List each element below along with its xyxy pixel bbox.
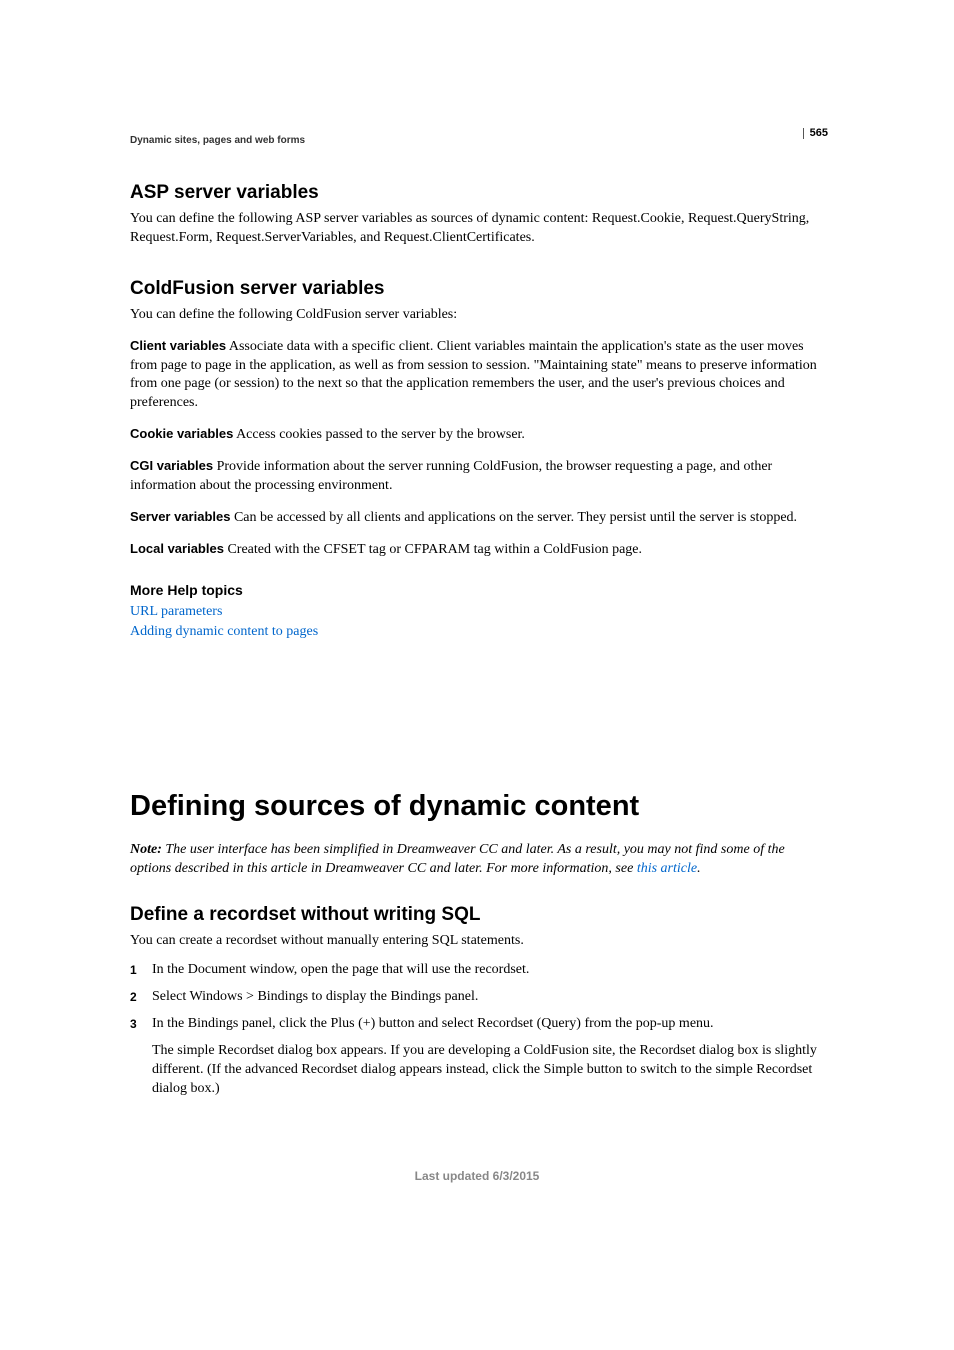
term-server-variables: Server variables — [130, 509, 230, 524]
term-local-variables: Local variables — [130, 541, 224, 556]
body-text: You can define the following ColdFusion … — [130, 306, 824, 325]
step-text: Select Windows > Bindings to display the… — [152, 989, 478, 1004]
step-item: Select Windows > Bindings to display the… — [130, 988, 824, 1007]
heading-define-recordset-without-sql: Define a recordset without writing SQL — [130, 904, 824, 926]
body-text: You can create a recordset without manua… — [130, 932, 824, 951]
term-client-variables: Client variables — [130, 338, 226, 353]
note-text: Note: The user interface has been simpli… — [130, 841, 824, 879]
term-cookie-variables: Cookie variables — [130, 426, 233, 441]
definition-item: CGI variables Provide information about … — [130, 457, 824, 496]
step-item: In the Document window, open the page th… — [130, 961, 824, 980]
link-url-parameters[interactable]: URL parameters — [130, 604, 824, 620]
term-description: Provide information about the server run… — [130, 459, 772, 493]
definition-item: Cookie variables Access cookies passed t… — [130, 425, 824, 445]
term-description: Can be accessed by all clients and appli… — [234, 510, 797, 525]
note-body-post: . — [697, 861, 701, 876]
note-label: Note: — [130, 842, 162, 857]
page-number: 565 — [803, 128, 828, 139]
link-adding-dynamic-content[interactable]: Adding dynamic content to pages — [130, 624, 824, 640]
definition-item: Local variables Created with the CFSET t… — [130, 540, 824, 560]
term-cgi-variables: CGI variables — [130, 458, 213, 473]
heading-more-help-topics: More Help topics — [130, 582, 824, 598]
step-body: The simple Recordset dialog box appears.… — [152, 1042, 824, 1099]
term-description: Associate data with a specific client. C… — [130, 339, 817, 411]
definition-item: Server variables Can be accessed by all … — [130, 508, 824, 528]
footer-last-updated: Last updated 6/3/2015 — [130, 1169, 824, 1183]
heading-defining-sources-dynamic-content: Defining sources of dynamic content — [130, 790, 824, 823]
term-description: Created with the CFSET tag or CFPARAM ta… — [227, 542, 642, 557]
step-text: In the Document window, open the page th… — [152, 962, 529, 977]
step-text: In the Bindings panel, click the Plus (+… — [152, 1016, 714, 1031]
step-item: In the Bindings panel, click the Plus (+… — [130, 1015, 824, 1099]
heading-asp-server-variables: ASP server variables — [130, 182, 824, 204]
breadcrumb: Dynamic sites, pages and web forms — [130, 135, 824, 146]
body-text: You can define the following ASP server … — [130, 210, 824, 248]
heading-coldfusion-server-variables: ColdFusion server variables — [130, 278, 824, 300]
link-this-article[interactable]: this article — [637, 861, 697, 876]
definition-item: Client variables Associate data with a s… — [130, 337, 824, 414]
term-description: Access cookies passed to the server by t… — [236, 427, 525, 442]
